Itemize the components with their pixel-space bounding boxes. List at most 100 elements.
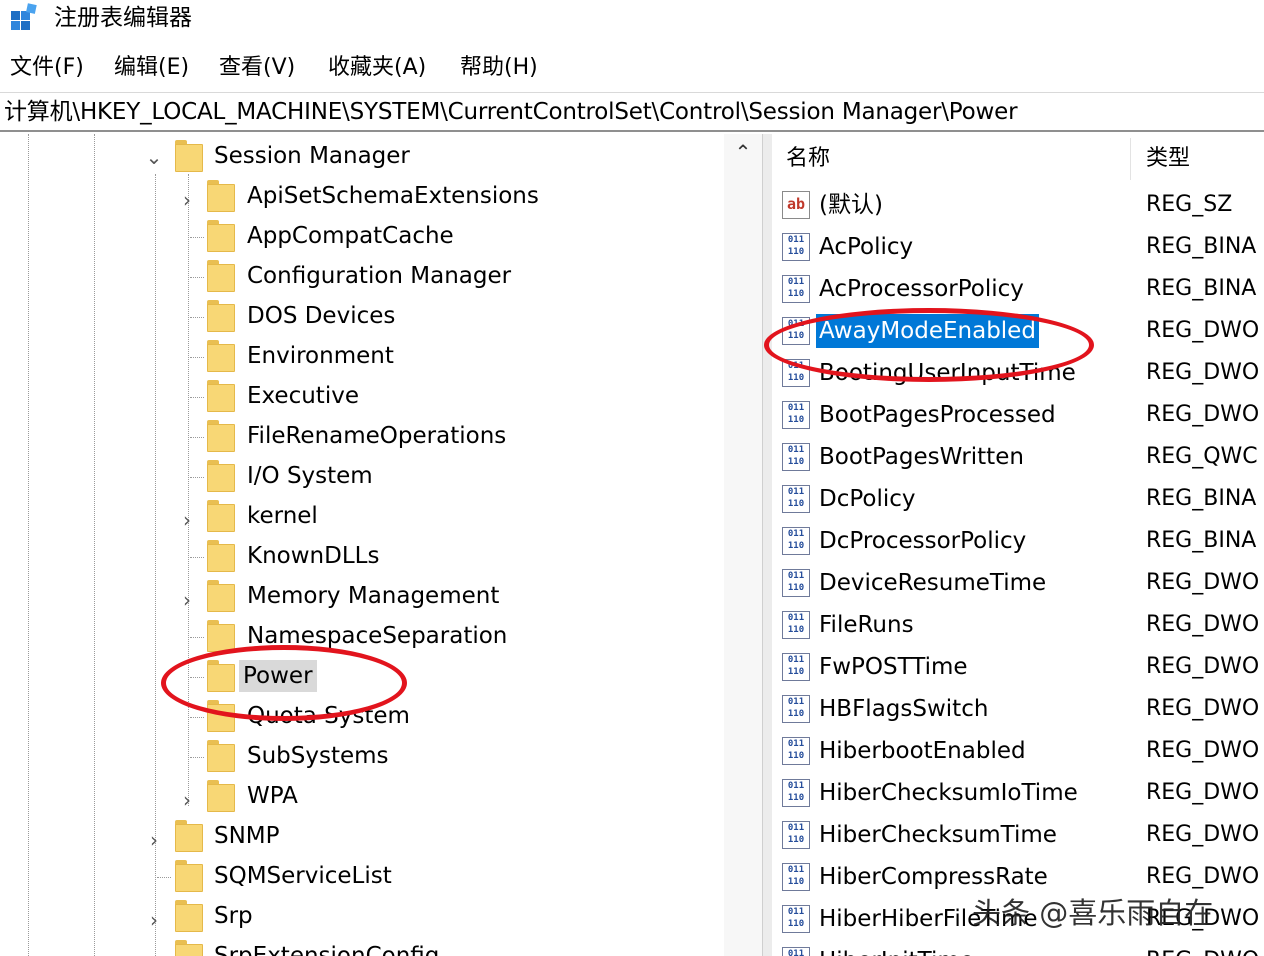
value-name[interactable]: AcPolicy [816, 230, 916, 264]
tree-node[interactable]: SrpExtensionConfig [210, 940, 443, 956]
value-row[interactable]: 011 110 AwayModeEnabled REG_DWO [772, 310, 1264, 352]
tree-node[interactable]: KnownDLLs [243, 540, 383, 572]
value-row[interactable]: 011 110 HBFlagsSwitch REG_DWO [772, 688, 1264, 730]
value-row[interactable]: 011 110 DcProcessorPolicy REG_BINA [772, 520, 1264, 562]
tree-node[interactable]: Memory Management [243, 580, 503, 612]
tree-node[interactable]: NamespaceSeparation [243, 620, 511, 652]
tree-node[interactable]: SQMServiceList [210, 860, 396, 892]
tree-node-session-manager[interactable]: Session Manager [210, 140, 414, 172]
value-row[interactable]: 011 110 HiberChecksumIoTime REG_DWO [772, 772, 1264, 814]
tree-node[interactable]: AppCompatCache [243, 220, 458, 252]
string-value-icon: ab [782, 191, 810, 219]
value-name[interactable]: HiberCompressRate [816, 860, 1051, 894]
tree-node[interactable]: Srp [210, 900, 257, 932]
binary-value-icon: 011 110 [782, 905, 810, 933]
value-name[interactable]: HBFlagsSwitch [816, 692, 991, 726]
tree-node[interactable]: WPA [243, 780, 302, 812]
value-type: REG_QWC [1146, 444, 1258, 469]
value-row[interactable]: 011 110 BootingUserInputTime REG_DWO [772, 352, 1264, 394]
address-path[interactable]: 计算机\HKEY_LOCAL_MACHINE\SYSTEM\CurrentCon… [4, 93, 1018, 131]
tree-scrollbar[interactable]: ⌃ [724, 134, 762, 956]
value-type: REG_BINA [1146, 486, 1257, 511]
value-row[interactable]: 011 110 BootPagesProcessed REG_DWO [772, 394, 1264, 436]
menu-bar: 文件(F) 编辑(E) 查看(V) 收藏夹(A) 帮助(H) [0, 48, 1264, 88]
value-name[interactable]: FileRuns [816, 608, 917, 642]
tree-node[interactable]: Configuration Manager [243, 260, 515, 292]
menu-file[interactable]: 文件(F) [10, 48, 84, 88]
watermark: 头条 @喜乐雨自在 [972, 896, 1214, 930]
expand-chevron-icon[interactable]: › [178, 590, 196, 610]
folder-icon [207, 460, 235, 492]
value-type: REG_DWO [1146, 944, 1259, 956]
value-name[interactable]: HiberChecksumTime [816, 818, 1060, 852]
tree-node[interactable]: ApiSetSchemaExtensions [243, 180, 543, 212]
tree-node[interactable]: Quota System [243, 700, 414, 732]
value-type: REG_DWO [1146, 822, 1260, 847]
column-divider[interactable] [1130, 138, 1131, 180]
value-type: REG_DWO [1146, 738, 1260, 763]
value-row[interactable]: 011 110 HiberInitTime REG_DWO [772, 940, 1264, 956]
menu-favorites[interactable]: 收藏夹(A) [328, 48, 426, 88]
binary-value-icon: 011 110 [782, 695, 810, 723]
binary-value-icon: 011 110 [782, 611, 810, 639]
tree-node[interactable]: SNMP [210, 820, 284, 852]
value-name[interactable]: (默认) [816, 188, 886, 222]
tree-node[interactable]: Executive [243, 380, 363, 412]
folder-icon [207, 740, 235, 772]
scroll-up-arrow-icon[interactable]: ⌃ [724, 140, 762, 164]
menu-view[interactable]: 查看(V) [219, 48, 295, 88]
column-header-type[interactable]: 类型 [1146, 134, 1190, 184]
value-row[interactable]: 011 110 HiberChecksumTime REG_DWO [772, 814, 1264, 856]
value-name[interactable]: BootPagesProcessed [816, 398, 1059, 432]
collapse-chevron-icon[interactable]: ⌄ [145, 147, 163, 167]
value-name[interactable]: AwayModeEnabled [816, 314, 1039, 348]
value-type: REG_BINA [1146, 234, 1257, 259]
value-row[interactable]: 011 110 DcPolicy REG_BINA [772, 478, 1264, 520]
tree-connector [190, 397, 204, 398]
value-name[interactable]: FwPOSTTime [816, 650, 971, 684]
value-row[interactable]: 011 110 AcPolicy REG_BINA [772, 226, 1264, 268]
value-name[interactable]: HiberChecksumIoTime [816, 776, 1081, 810]
value-row[interactable]: ab (默认) REG_SZ [772, 184, 1264, 226]
registry-editor-icon [11, 3, 37, 30]
expand-chevron-icon[interactable]: › [145, 830, 163, 850]
menu-help[interactable]: 帮助(H) [460, 48, 538, 88]
folder-icon [175, 820, 203, 852]
value-row[interactable]: 011 110 HiberCompressRate REG_DWO [772, 856, 1264, 898]
pane-splitter[interactable] [762, 134, 772, 956]
value-name[interactable]: AcProcessorPolicy [816, 272, 1027, 306]
tree-node[interactable]: DOS Devices [243, 300, 399, 332]
value-name[interactable]: BootingUserInputTime [816, 356, 1079, 390]
value-row[interactable]: 011 110 HiberbootEnabled REG_DWO [772, 730, 1264, 772]
tree-guide-line [28, 134, 29, 956]
folder-icon [207, 220, 235, 252]
tree-node-power[interactable]: Power [239, 660, 317, 692]
address-bar[interactable]: 计算机\HKEY_LOCAL_MACHINE\SYSTEM\CurrentCon… [0, 92, 1264, 132]
value-name[interactable]: BootPagesWritten [816, 440, 1027, 474]
tree-node[interactable]: kernel [243, 500, 322, 532]
expand-chevron-icon[interactable]: › [178, 190, 196, 210]
value-name[interactable]: HiberbootEnabled [816, 734, 1029, 768]
column-header-name[interactable]: 名称 [786, 134, 830, 184]
value-row[interactable]: 011 110 FileRuns REG_DWO [772, 604, 1264, 646]
tree-node[interactable]: SubSystems [243, 740, 393, 772]
folder-icon [207, 380, 235, 412]
expand-chevron-icon[interactable]: › [178, 790, 196, 810]
expand-chevron-icon[interactable]: › [145, 910, 163, 930]
value-type: REG_DWO [1146, 612, 1260, 637]
value-name[interactable]: DcProcessorPolicy [816, 524, 1029, 558]
folder-icon [207, 620, 235, 652]
tree-node[interactable]: I/O System [243, 460, 377, 492]
value-name[interactable]: DeviceResumeTime [816, 566, 1049, 600]
value-row[interactable]: 011 110 AcProcessorPolicy REG_BINA [772, 268, 1264, 310]
value-row[interactable]: 011 110 DeviceResumeTime REG_DWO [772, 562, 1264, 604]
expand-chevron-icon[interactable]: › [178, 510, 196, 530]
binary-value-icon: 011 110 [782, 737, 810, 765]
tree-node[interactable]: Environment [243, 340, 398, 372]
value-row[interactable]: 011 110 BootPagesWritten REG_QWC [772, 436, 1264, 478]
menu-edit[interactable]: 编辑(E) [114, 48, 189, 88]
value-row[interactable]: 011 110 FwPOSTTime REG_DWO [772, 646, 1264, 688]
tree-node[interactable]: FileRenameOperations [243, 420, 510, 452]
value-name[interactable]: DcPolicy [816, 482, 919, 516]
value-name[interactable]: HiberInitTime [816, 944, 977, 956]
